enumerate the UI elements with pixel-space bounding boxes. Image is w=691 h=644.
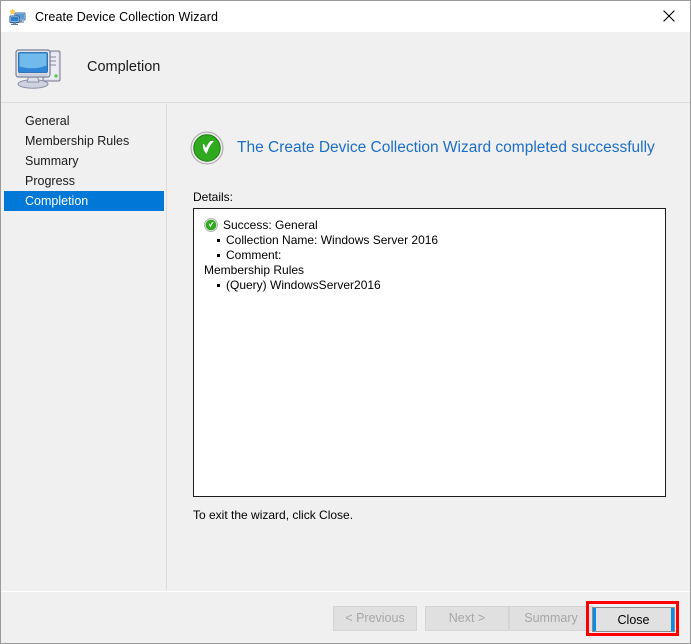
title-bar: Create Device Collection Wizard	[1, 1, 690, 32]
sidebar-item-progress[interactable]: Progress	[4, 171, 164, 191]
close-icon[interactable]	[646, 1, 690, 31]
details-status-row: Success: General	[204, 218, 657, 233]
summary-button[interactable]: Summary	[509, 606, 593, 631]
details-group-label: Membership Rules	[204, 263, 305, 277]
close-button-annotation: Close	[586, 601, 679, 636]
page-title: Completion	[87, 59, 161, 75]
details-status-text: Success: General	[223, 218, 318, 232]
sidebar-item-membership-rules[interactable]: Membership Rules	[4, 131, 164, 151]
details-box[interactable]: Success: General Collection Name: Window…	[193, 208, 666, 497]
device-collection-icon	[9, 7, 27, 26]
list-item: Comment:	[217, 248, 657, 263]
exit-hint: To exit the wizard, click Close.	[193, 508, 354, 522]
list-item: Collection Name: Windows Server 2016	[217, 233, 657, 248]
sidebar-item-completion[interactable]: Completion	[4, 191, 164, 211]
wizard-header: Completion	[1, 32, 690, 103]
close-button[interactable]: Close	[592, 607, 675, 632]
wizard-window: Create Device Collection Wizard Completi…	[0, 0, 691, 644]
content-panel: The Create Device Collection Wizard comp…	[168, 104, 690, 590]
list-item: (Query) WindowsServer2016	[217, 278, 657, 293]
computer-icon	[15, 43, 67, 91]
success-banner: The Create Device Collection Wizard comp…	[190, 131, 655, 165]
sidebar-item-general[interactable]: General	[4, 111, 164, 131]
next-button[interactable]: Next >	[425, 606, 509, 631]
success-message: The Create Device Collection Wizard comp…	[237, 139, 655, 156]
details-label: Details:	[193, 190, 234, 204]
window-title: Create Device Collection Wizard	[35, 9, 219, 24]
wizard-steps-nav: General Membership Rules Summary Progres…	[1, 104, 167, 590]
success-check-icon	[190, 131, 224, 165]
details-general-list: Collection Name: Windows Server 2016 Com…	[204, 233, 657, 263]
sidebar-item-summary[interactable]: Summary	[4, 151, 164, 171]
success-check-small-icon	[204, 218, 218, 232]
details-membership-list: (Query) WindowsServer2016	[204, 278, 657, 293]
previous-button[interactable]: < Previous	[333, 606, 417, 631]
footer-bar: < Previous Next > Summary Close	[1, 591, 690, 643]
